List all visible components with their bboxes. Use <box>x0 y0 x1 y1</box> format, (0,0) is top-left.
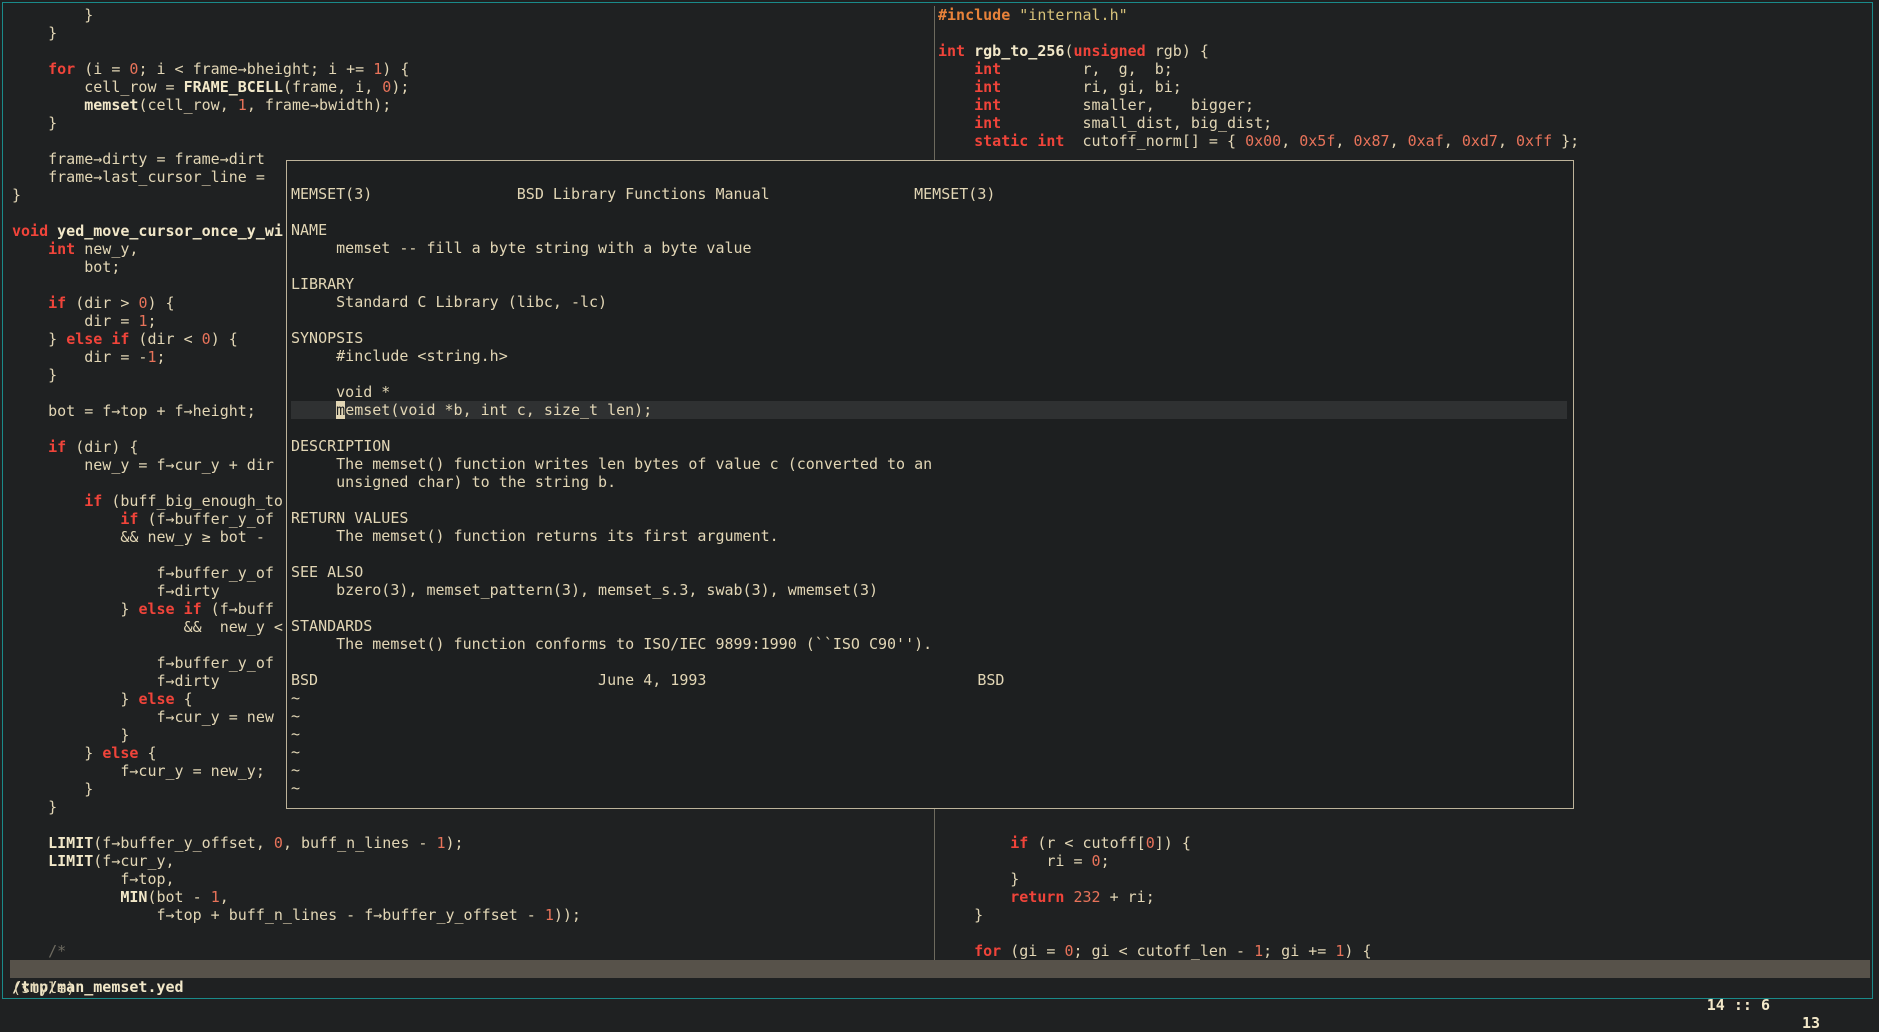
man-page-line <box>291 419 1567 437</box>
man-page-line: The memset() function conforms to ISO/IE… <box>291 635 933 653</box>
right-code-line[interactable]: } <box>938 906 1868 924</box>
right-code-line[interactable]: int r, g, b; <box>938 60 1868 78</box>
left-code-line[interactable] <box>12 816 932 834</box>
man-page-line: The memset() function returns its first … <box>291 527 779 545</box>
man-page-line: ~ <box>291 707 301 725</box>
command-line[interactable]: (style) <box>12 979 75 997</box>
man-page-line: Standard C Library (libc, -lc) <box>291 293 608 311</box>
man-page-line: LIBRARY <box>291 275 355 293</box>
right-code-line[interactable]: int ri, gi, bi; <box>938 78 1868 96</box>
right-code-line[interactable] <box>938 24 1868 42</box>
right-code-line[interactable]: } <box>938 870 1868 888</box>
left-code-line[interactable]: } <box>12 6 932 24</box>
man-page-line: DESCRIPTION <box>291 437 391 455</box>
left-code-line[interactable]: LIMIT(f→cur_y, <box>12 852 932 870</box>
status-column: 13 <box>1801 1014 1820 1032</box>
man-page-line: memset -- fill a byte string with a byte… <box>291 239 752 257</box>
man-page-line: ~ <box>291 779 301 797</box>
man-page-line: MEMSET(3) BSD Library Functions Manual M… <box>291 185 996 203</box>
status-cursor-position: 14 :: 6 <box>1706 996 1770 1014</box>
man-page-line: void * <box>291 383 391 401</box>
right-code-line[interactable]: int rgb_to_256(unsigned rgb) { <box>938 42 1868 60</box>
man-page-line <box>291 365 1567 383</box>
right-code-line[interactable] <box>938 816 1868 834</box>
left-code-line[interactable]: LIMIT(f→buffer_y_offset, 0, buff_n_lines… <box>12 834 932 852</box>
right-code-line[interactable] <box>938 924 1868 942</box>
man-page-line: ~ <box>291 689 301 707</box>
right-code-line[interactable]: if (r < cutoff[0]) { <box>938 834 1868 852</box>
man-page-line: SYNOPSIS <box>291 329 364 347</box>
man-page-popup[interactable]: MEMSET(3) BSD Library Functions Manual M… <box>286 160 1574 809</box>
right-code-line[interactable]: static int cutoff_norm[] = { 0x00, 0x5f,… <box>938 132 1868 150</box>
left-code-line[interactable]: cell_row = FRAME_BCELL(frame, i, 0); <box>12 78 932 96</box>
right-code-line[interactable]: int small_dist, big_dist; <box>938 114 1868 132</box>
left-code-line[interactable] <box>12 924 932 942</box>
right-code-line[interactable]: #include "internal.h" <box>938 6 1868 24</box>
left-code-line[interactable]: memset(cell_row, 1, frame→bwidth); <box>12 96 932 114</box>
man-page-line: ~ <box>291 743 301 761</box>
man-page-line <box>291 203 1567 221</box>
man-page-line: bzero(3), memset_pattern(3), memset_s.3,… <box>291 581 878 599</box>
man-page-line <box>291 491 1567 509</box>
man-page-line <box>291 599 1567 617</box>
man-page-line: RETURN VALUES <box>291 509 409 527</box>
man-page-line: The memset() function writes len bytes o… <box>291 455 933 473</box>
man-page-line <box>291 257 1567 275</box>
right-code-line[interactable]: return 232 + ri; <box>938 888 1868 906</box>
man-page-line <box>291 311 1567 329</box>
man-page-line: BSD June 4, 1993 BSD <box>291 671 1005 689</box>
left-code-line[interactable]: /* <box>12 942 932 960</box>
right-code-line[interactable]: ri = 0; <box>938 852 1868 870</box>
man-page-line: #include <string.h> <box>291 347 508 365</box>
man-page-line: NAME <box>291 221 328 239</box>
man-page-text: MEMSET(3) BSD Library Functions Manual M… <box>291 185 1567 797</box>
left-code-line[interactable]: } <box>12 24 932 42</box>
left-code-line[interactable]: f→top, <box>12 870 932 888</box>
man-page-line <box>291 545 1567 563</box>
status-bar: /tmp/man_memset.yed 14 :: 6 13 <box>10 960 1870 1032</box>
man-page-line: STANDARDS <box>291 617 373 635</box>
left-code-line[interactable]: f→top + buff_n_lines - f→buffer_y_offset… <box>12 906 932 924</box>
man-page-line <box>291 653 1567 671</box>
man-page-line: memset(void *b, int c, size_t len); <box>291 401 1567 419</box>
right-code-line[interactable]: for (gi = 0; gi < cutoff_len - 1; gi += … <box>938 942 1868 960</box>
left-code-line[interactable]: MIN(bot - 1, <box>12 888 932 906</box>
man-page-line: SEE ALSO <box>291 563 364 581</box>
left-code-line[interactable] <box>12 132 932 150</box>
man-page-line: unsigned char) to the string b. <box>291 473 617 491</box>
man-page-line: ~ <box>291 725 301 743</box>
left-code-line[interactable]: } <box>12 114 932 132</box>
man-page-line: ~ <box>291 761 301 779</box>
left-code-line[interactable]: for (i = 0; i < frame→bheight; i += 1) { <box>12 60 932 78</box>
right-code-line[interactable]: int smaller, bigger; <box>938 96 1868 114</box>
left-code-line[interactable] <box>12 42 932 60</box>
